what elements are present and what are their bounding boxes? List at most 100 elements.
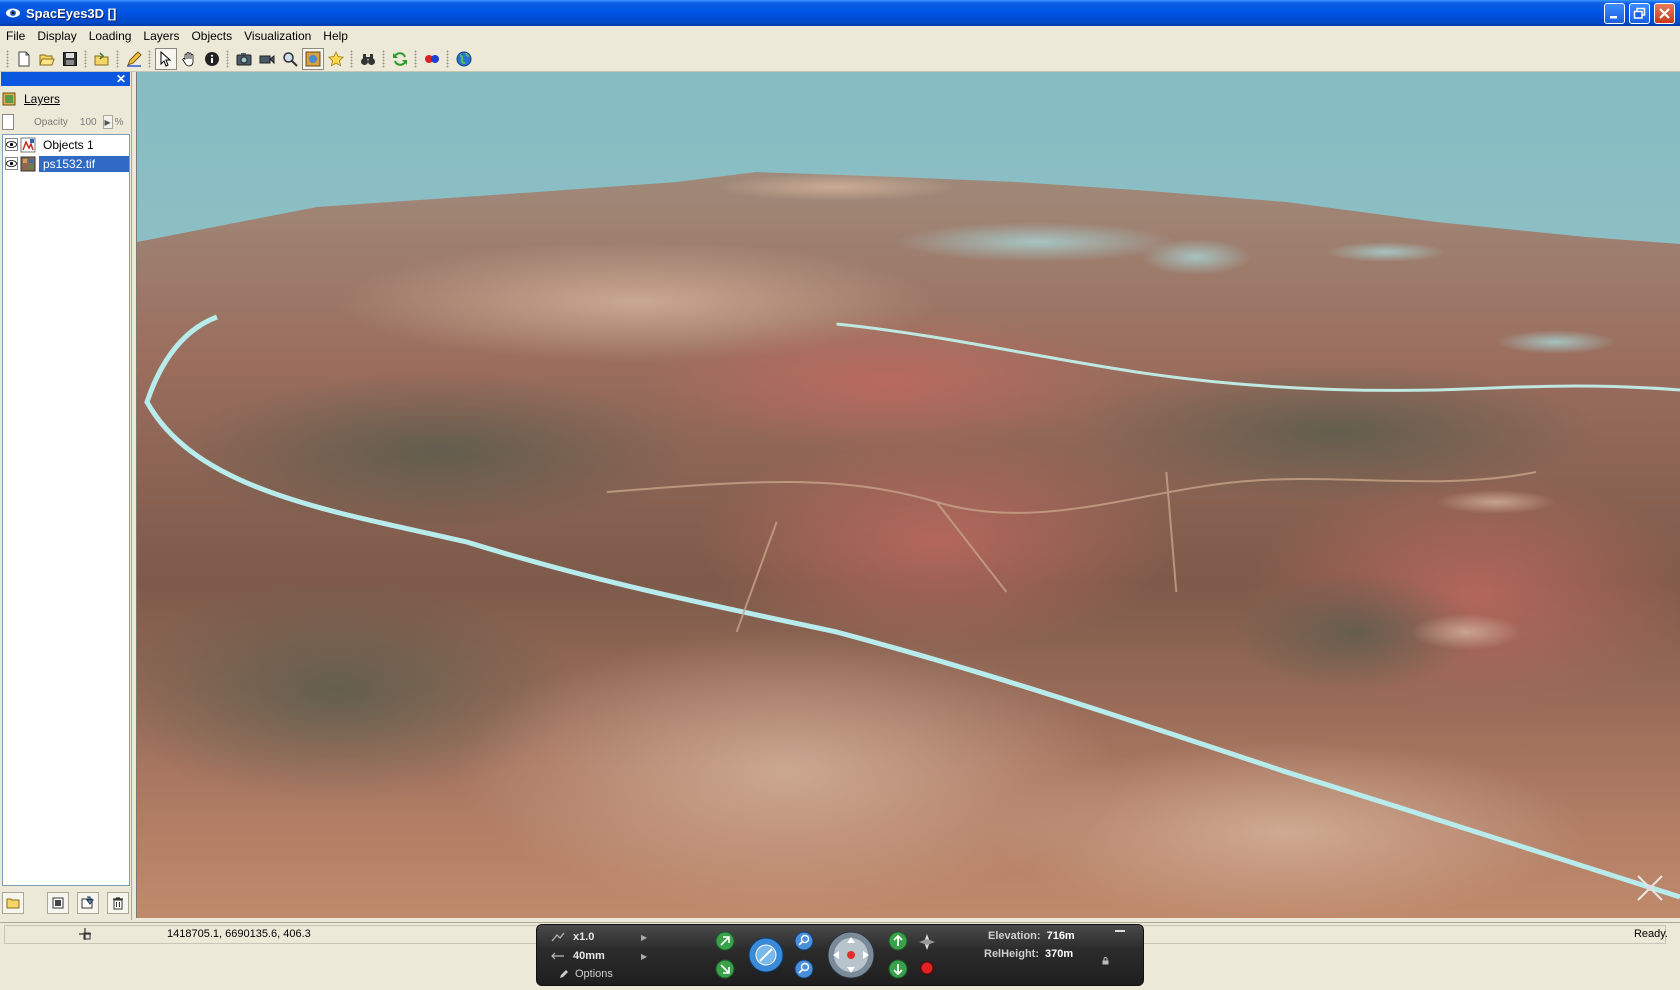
restore-button[interactable]	[1629, 3, 1650, 24]
speed-row[interactable]: x1.0 ▶	[551, 931, 647, 943]
terrain-patch	[1496, 330, 1617, 354]
pencil-icon	[560, 970, 568, 978]
edit-button[interactable]	[123, 48, 145, 70]
opacity-swatch-icon[interactable]	[2, 114, 14, 130]
menu-visualization[interactable]: Visualization	[238, 26, 317, 46]
toolbar-grip[interactable]	[446, 49, 449, 68]
menu-display[interactable]: Display	[31, 26, 82, 46]
3d-viewport[interactable]	[136, 72, 1680, 918]
info-button[interactable]	[201, 48, 223, 70]
zoom-view-button[interactable]	[279, 48, 301, 70]
open-button[interactable]	[36, 48, 58, 70]
menu-help[interactable]: Help	[317, 26, 354, 46]
layer-name[interactable]: Objects 1	[39, 137, 129, 153]
anaglyph-button[interactable]	[421, 48, 443, 70]
load-project-button[interactable]	[91, 48, 113, 70]
save-button[interactable]	[59, 48, 81, 70]
new-button[interactable]	[13, 48, 35, 70]
menu-loading[interactable]: Loading	[83, 26, 138, 46]
add-layer-button[interactable]	[47, 892, 69, 914]
layer-row-objects[interactable]: Objects 1	[3, 135, 129, 154]
pan-hand-icon	[182, 51, 193, 66]
save-icon	[62, 51, 77, 66]
collapse-widget-button[interactable]	[1115, 930, 1125, 932]
minimize-button[interactable]	[1604, 3, 1625, 24]
toolbar-grip[interactable]	[382, 49, 385, 68]
globe-view-button[interactable]	[301, 47, 324, 70]
rise-button[interactable]	[888, 931, 908, 951]
zoom-in-button[interactable]	[794, 931, 814, 951]
terrain-patch	[1411, 614, 1522, 650]
close-button[interactable]	[1654, 3, 1675, 24]
lock-icon[interactable]	[1102, 957, 1109, 965]
toolbar-grip[interactable]	[414, 49, 417, 68]
move-joystick[interactable]	[827, 931, 875, 979]
world-button[interactable]	[453, 48, 475, 70]
terrain-patch	[896, 222, 1177, 262]
focal-value: 40mm	[573, 950, 605, 962]
zoom-out-button[interactable]	[794, 959, 814, 979]
panel-close-icon[interactable]: ✕	[116, 73, 126, 85]
search-button[interactable]	[357, 48, 379, 70]
video-icon	[259, 54, 274, 64]
visibility-toggle[interactable]	[5, 157, 18, 170]
pan-button[interactable]	[178, 48, 200, 70]
close-icon	[1659, 8, 1670, 19]
layer-name[interactable]: ps1532.tif	[39, 155, 129, 172]
tilt-up-button[interactable]	[715, 931, 735, 951]
terrain-scene[interactable]	[137, 72, 1680, 918]
refresh-button[interactable]	[389, 48, 411, 70]
descend-button[interactable]	[888, 959, 908, 979]
menu-file[interactable]: File	[0, 26, 31, 46]
compass-icon	[919, 934, 935, 950]
options-link[interactable]: Options	[559, 968, 613, 980]
arrow-down-icon	[888, 959, 908, 979]
toolbar-grip[interactable]	[116, 49, 119, 68]
focal-row[interactable]: 40mm ▶	[551, 950, 647, 962]
menu-objects[interactable]: Objects	[185, 26, 238, 46]
objects-layer-icon	[20, 137, 36, 152]
opacity-value[interactable]: 100	[80, 117, 97, 128]
caret-right-icon[interactable]: ▶	[641, 933, 647, 942]
layer-properties-button[interactable]	[77, 892, 99, 914]
select-button[interactable]	[154, 47, 177, 70]
visibility-toggle[interactable]	[5, 138, 18, 151]
camera-button[interactable]	[233, 48, 255, 70]
toolbar-grip[interactable]	[226, 49, 229, 68]
app-eye-icon	[6, 8, 20, 18]
toolbar-grip[interactable]	[6, 49, 9, 68]
toolbar-grip[interactable]	[84, 49, 87, 68]
menu-bar: File Display Loading Layers Objects Visu…	[0, 26, 1680, 46]
tilt-down-button[interactable]	[715, 959, 735, 979]
terrain-patch	[1141, 239, 1252, 275]
panel-header: ✕	[1, 72, 130, 86]
layer-row-raster[interactable]: ps1532.tif	[3, 154, 129, 173]
caret-right-icon: ▶	[104, 117, 111, 127]
opacity-label: Opacity	[34, 116, 68, 128]
caret-right-icon[interactable]: ▶	[641, 952, 647, 961]
layers-tab[interactable]: Layers	[0, 88, 131, 110]
toolbar-grip[interactable]	[350, 49, 353, 68]
tilt-down-icon	[715, 959, 735, 979]
favorite-button[interactable]	[325, 48, 347, 70]
zoom-view-icon	[282, 51, 298, 67]
title-bar[interactable]: SpacEyes3D []	[0, 0, 1680, 26]
terrain-patch	[646, 312, 1127, 452]
delete-layer-button[interactable]	[107, 892, 129, 914]
compass-marker-icon[interactable]	[1634, 872, 1666, 904]
look-around-button[interactable]	[748, 937, 784, 973]
add-folder-button[interactable]	[2, 892, 24, 914]
reset-view-button[interactable]	[918, 933, 936, 951]
menu-layers[interactable]: Layers	[137, 26, 185, 46]
zoom-in-icon	[794, 931, 814, 951]
record-icon	[920, 961, 934, 975]
video-button[interactable]	[256, 48, 278, 70]
record-button[interactable]	[920, 961, 934, 975]
main-toolbar	[0, 46, 1680, 72]
toolbar-grip[interactable]	[148, 49, 151, 68]
navigation-widget: x1.0 ▶ 40mm ▶ Options Elevation: 716m Re…	[536, 924, 1144, 986]
anaglyph-icon	[424, 54, 439, 63]
open-icon	[38, 54, 55, 65]
window-title: SpacEyes3D []	[26, 5, 117, 21]
opacity-stepper[interactable]: ▶	[102, 115, 113, 129]
